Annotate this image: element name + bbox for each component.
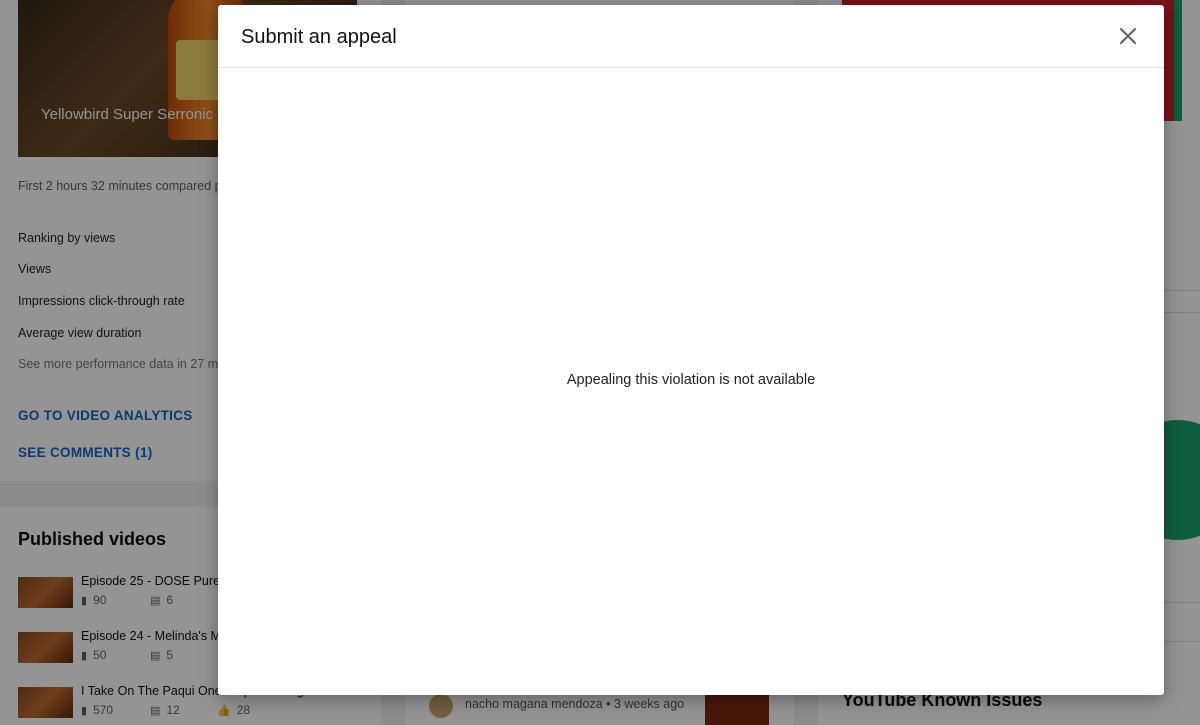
dialog-message: Appealing this violation is not availabl… xyxy=(566,372,816,388)
close-button[interactable] xyxy=(1114,22,1142,50)
dialog-header: Submit an appeal xyxy=(218,5,1164,68)
appeal-dialog: Submit an appeal Appealing this violatio… xyxy=(218,5,1164,695)
close-icon[interactable] xyxy=(1114,22,1142,50)
dialog-title: Submit an appeal xyxy=(241,26,397,48)
